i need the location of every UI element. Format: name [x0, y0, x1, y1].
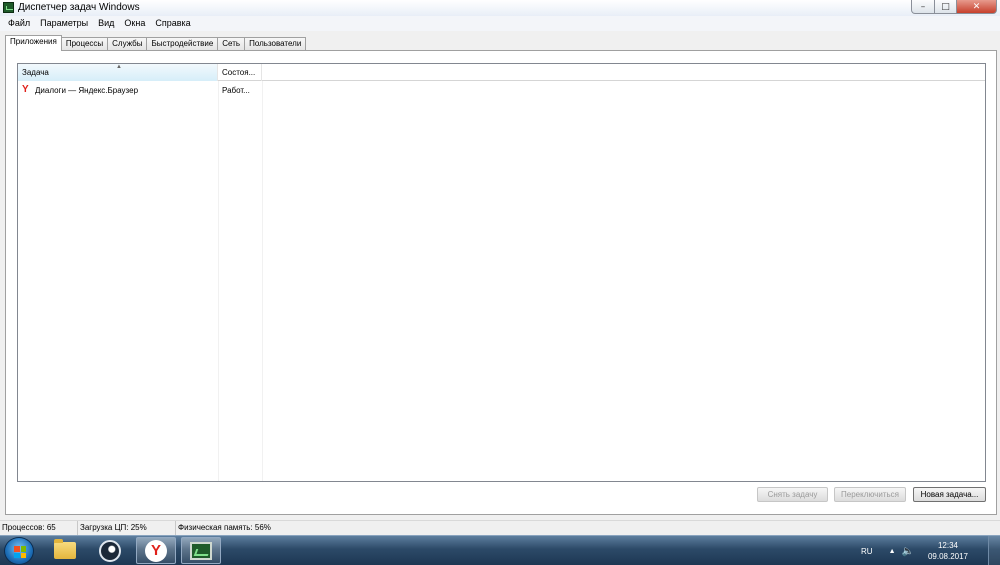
- column-header-task-label: Задача: [22, 68, 49, 77]
- volume-icon[interactable]: 🔈: [902, 546, 914, 557]
- taskbar-task-manager[interactable]: [181, 537, 221, 564]
- list-item-status: Работ...: [222, 85, 250, 95]
- new-task-button[interactable]: Новая задача...: [913, 487, 986, 502]
- menu-bar: Файл Параметры Вид Окна Справка: [0, 16, 1000, 31]
- task-manager-icon: [3, 2, 14, 13]
- status-processes: Процессов: 65: [0, 521, 78, 535]
- minimize-button[interactable]: –: [911, 0, 935, 14]
- taskbar-yandex-browser[interactable]: Y: [136, 537, 176, 564]
- close-button[interactable]: ✕: [957, 0, 997, 14]
- column-separator: [218, 81, 219, 481]
- taskbar-steam[interactable]: [90, 537, 130, 564]
- clock-time: 12:34: [937, 541, 958, 550]
- tab-applications[interactable]: Приложения: [5, 35, 62, 51]
- applications-list[interactable]: Задача ▲ Состоя... Y Диалоги — Яндекс.Бр…: [17, 63, 986, 482]
- menu-view[interactable]: Вид: [93, 16, 119, 31]
- clock[interactable]: 12:34 09.08.2017: [928, 540, 968, 562]
- status-memory: Физическая память: 56%: [178, 523, 271, 532]
- tab-users[interactable]: Пользователи: [244, 37, 307, 51]
- clock-date: 09.08.2017: [927, 552, 968, 561]
- tab-network[interactable]: Сеть: [217, 37, 246, 51]
- tab-services[interactable]: Службы: [107, 37, 148, 51]
- applications-panel: Задача ▲ Состоя... Y Диалоги — Яндекс.Бр…: [5, 50, 997, 515]
- show-desktop-button[interactable]: [988, 536, 1000, 565]
- taskbar-explorer[interactable]: [45, 537, 85, 564]
- maximize-button[interactable]: □: [935, 0, 957, 14]
- yandex-browser-icon: Y: [22, 84, 29, 95]
- language-indicator[interactable]: RU: [861, 547, 873, 556]
- taskbar: Y RU ▲ 🔈 12:34 09.08.2017: [0, 535, 1000, 565]
- start-button[interactable]: [4, 537, 34, 565]
- status-cpu: Загрузка ЦП: 25%: [78, 521, 176, 535]
- window-controls: – □ ✕: [911, 0, 997, 14]
- show-hidden-icons-icon[interactable]: ▲: [889, 548, 896, 555]
- column-header-filler: [262, 64, 985, 81]
- list-item-task: Y Диалоги — Яндекс.Браузер: [18, 85, 218, 95]
- end-task-button[interactable]: Снять задачу: [757, 487, 828, 502]
- column-header-status[interactable]: Состоя...: [218, 64, 262, 81]
- tab-strip: Приложения Процессы Службы Быстродействи…: [5, 35, 307, 51]
- column-header-task[interactable]: Задача ▲: [18, 64, 218, 81]
- title-bar: Диспетчер задач Windows – □ ✕: [0, 0, 1000, 16]
- column-separator: [262, 81, 263, 481]
- yandex-browser-icon: Y: [145, 539, 167, 562]
- menu-help[interactable]: Справка: [150, 16, 195, 31]
- windows-logo-icon: [14, 546, 26, 558]
- window-title: Диспетчер задач Windows: [18, 2, 140, 13]
- status-bar: Процессов: 65 Загрузка ЦП: 25% Физическа…: [0, 520, 1000, 535]
- sort-ascending-icon: ▲: [116, 64, 122, 70]
- tab-processes[interactable]: Процессы: [60, 37, 109, 51]
- tab-performance[interactable]: Быстродействие: [146, 37, 219, 51]
- list-item[interactable]: Y Диалоги — Яндекс.Браузер Работ...: [18, 83, 985, 97]
- system-tray: RU ▲ 🔈 12:34 09.08.2017: [861, 536, 1000, 565]
- list-header: Задача ▲ Состоя...: [18, 64, 985, 81]
- list-item-task-label: Диалоги — Яндекс.Браузер: [35, 85, 139, 95]
- folder-icon: [54, 539, 76, 559]
- menu-windows[interactable]: Окна: [119, 16, 150, 31]
- switch-to-button[interactable]: Переключиться: [834, 487, 906, 502]
- steam-icon: [99, 539, 121, 562]
- task-manager-icon: [190, 541, 212, 560]
- menu-file[interactable]: Файл: [3, 16, 35, 31]
- menu-options[interactable]: Параметры: [35, 16, 93, 31]
